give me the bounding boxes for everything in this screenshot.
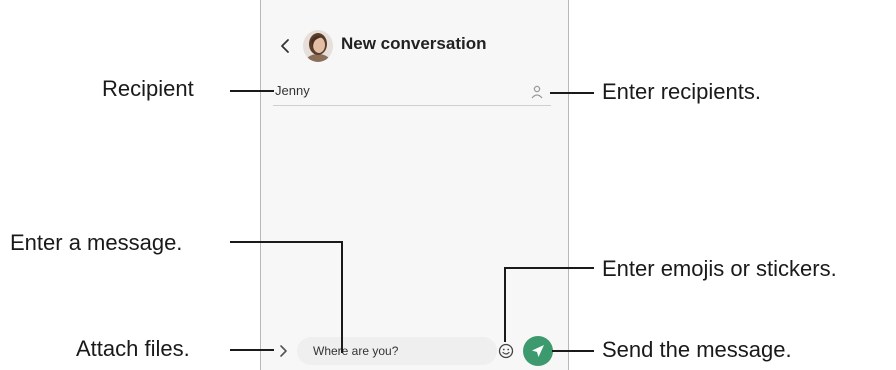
leader-recipient [230,90,274,92]
leader-enter-emojis-h [505,267,594,269]
leader-enter-message-v [341,241,343,353]
leader-attach-files [230,349,274,351]
smiley-icon [498,343,514,359]
message-text: Where are you? [313,344,399,358]
phone-screen: New conversation Jenny Where are you? [260,0,569,370]
send-arrow-icon [532,345,544,357]
app-header: New conversation [261,26,568,66]
compose-bar: Where are you? [261,334,568,368]
send-button[interactable] [523,336,553,366]
leader-send-message [552,350,594,352]
recipient-field[interactable]: Jenny [273,80,551,106]
callout-enter-emojis: Enter emojis or stickers. [602,256,837,281]
leader-enter-recipients [550,92,594,94]
emoji-button[interactable] [497,342,515,360]
leader-enter-emojis-v [504,267,506,342]
chevron-left-icon [281,39,289,53]
message-input[interactable]: Where are you? [297,337,497,365]
callout-recipient: Recipient [102,76,194,101]
add-recipient-button[interactable] [527,82,547,102]
attach-button[interactable] [275,341,291,361]
page-title: New conversation [341,34,487,53]
callout-attach-files: Attach files. [76,336,190,361]
contact-avatar[interactable] [303,30,333,62]
back-button[interactable] [275,35,295,57]
person-add-icon [531,85,543,99]
callout-send-message: Send the message. [602,337,792,362]
callout-enter-message: Enter a message. [10,230,183,255]
chevron-right-icon [280,345,287,357]
recipient-input[interactable]: Jenny [275,83,505,98]
leader-enter-message-h [230,241,342,243]
callout-enter-recipients: Enter recipients. [602,79,761,104]
